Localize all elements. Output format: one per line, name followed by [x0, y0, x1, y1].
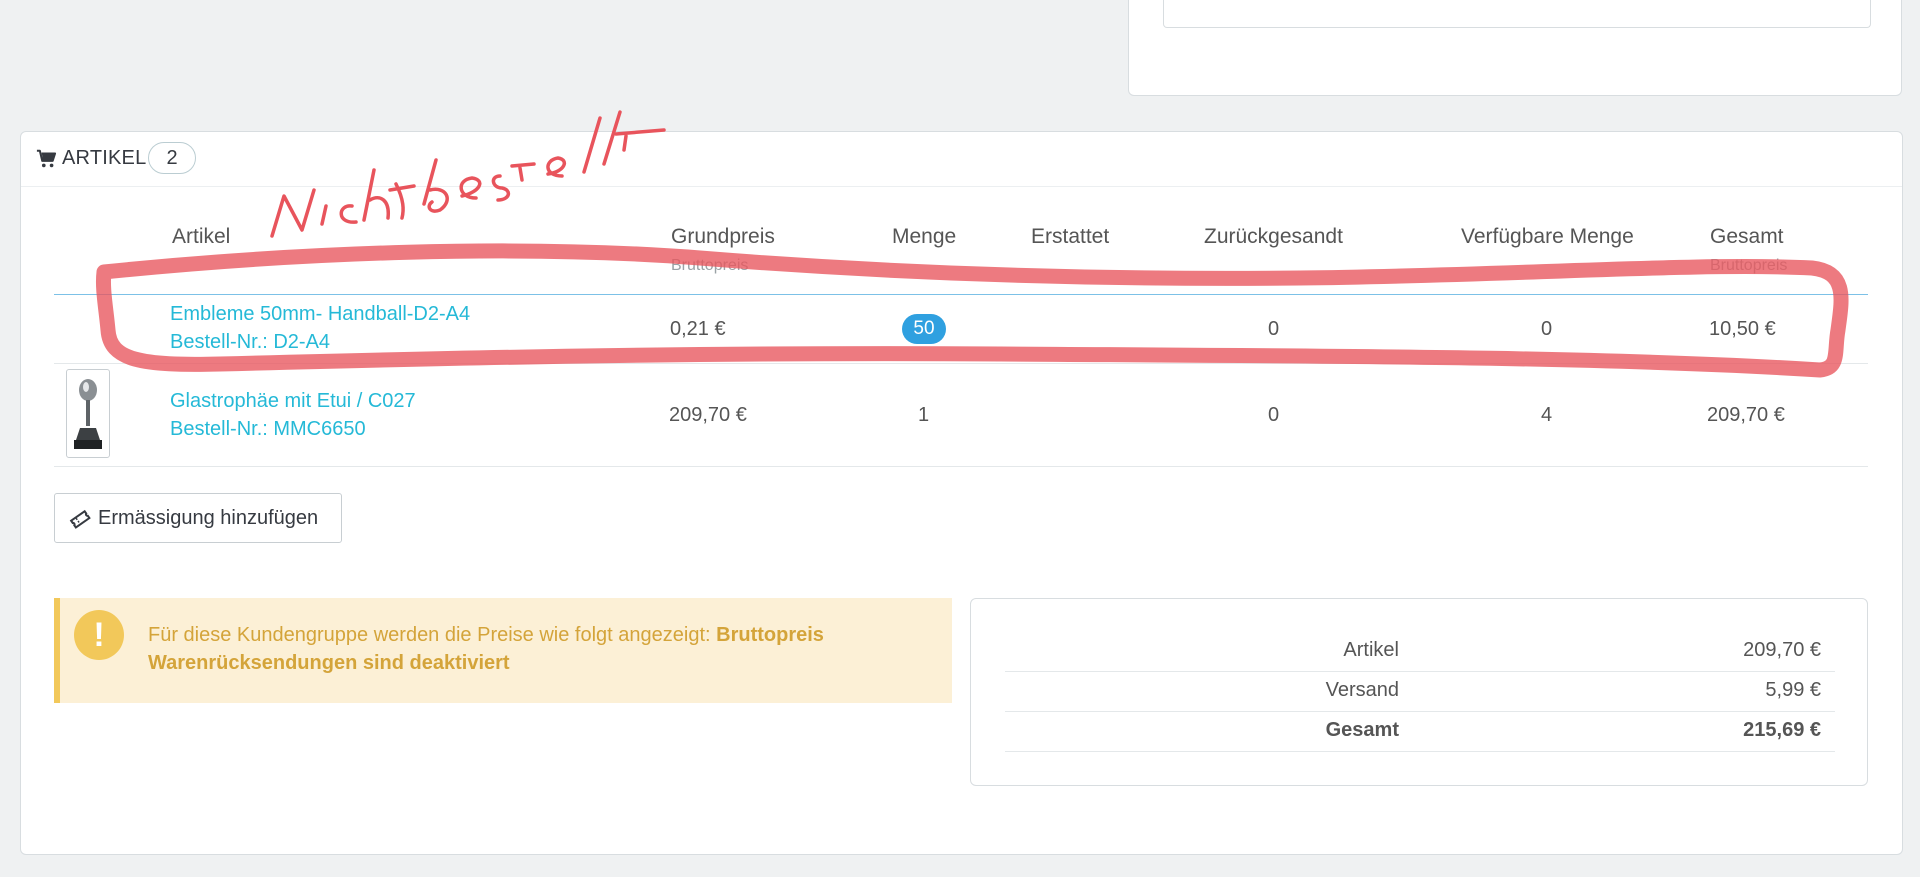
quantity-badge: 50	[902, 314, 946, 344]
shopping-cart-icon	[36, 149, 57, 168]
product-total: 10,50 €	[1709, 318, 1776, 340]
col-header-grundpreis[interactable]: Grundpreis	[671, 225, 775, 249]
alert-text: Für diese Kundengruppe werden die Preise…	[148, 624, 717, 646]
row-divider	[54, 363, 1868, 364]
totals-products-label: Artikel	[1343, 639, 1399, 661]
totals-divider	[1005, 751, 1835, 752]
product-name-link[interactable]: Embleme 50mm- Handball-D2-A4	[170, 303, 470, 326]
panel-title: ARTIKEL	[62, 147, 147, 169]
totals-divider	[1005, 671, 1835, 672]
row-divider	[54, 466, 1868, 467]
exclamation-icon: !	[74, 610, 124, 660]
product-total: 209,70 €	[1707, 404, 1785, 426]
product-name-link[interactable]: Glastrophäe mit Etui / C027	[170, 390, 416, 413]
top-panel-field[interactable]	[1163, 0, 1871, 28]
col-header-gesamt[interactable]: Gesamt	[1710, 225, 1784, 249]
header-divider	[54, 294, 1868, 295]
add-discount-button[interactable]: Ermässigung hinzufügen	[54, 493, 342, 543]
totals-grand-label: Gesamt	[1325, 719, 1399, 741]
product-price: 0,21 €	[670, 318, 726, 340]
totals-shipping-value: 5,99 €	[1765, 679, 1821, 701]
price-display-alert: ! Für diese Kundengruppe werden die Prei…	[54, 598, 952, 703]
product-ref-link[interactable]: Bestell-Nr.: D2-A4	[170, 331, 330, 354]
col-header-artikel[interactable]: Artikel	[172, 225, 230, 249]
trophy-icon	[74, 379, 102, 449]
alert-line-price-mode: Für diese Kundengruppe werden die Preise…	[148, 624, 824, 647]
product-returned: 0	[1268, 318, 1280, 340]
panel-header: ARTIKEL 2	[21, 132, 1902, 187]
top-panel	[1128, 0, 1902, 96]
product-ref-link[interactable]: Bestell-Nr.: MMC6650	[170, 418, 366, 441]
totals-products-value: 209,70 €	[1743, 639, 1821, 661]
product-count-badge: 2	[148, 142, 196, 174]
totals-shipping-label: Versand	[1325, 679, 1399, 701]
alert-line-returns: Warenrücksendungen sind deaktiviert	[148, 652, 510, 674]
col-header-erstattet[interactable]: Erstattet	[1031, 225, 1109, 249]
add-discount-label: Ermässigung hinzufügen	[98, 507, 319, 529]
col-header-gesamt-sub: Bruttopreis	[1710, 257, 1788, 274]
product-thumbnail[interactable]	[66, 369, 110, 458]
totals-divider	[1005, 711, 1835, 712]
product-quantity: 1	[918, 404, 930, 426]
product-price: 209,70 €	[669, 404, 747, 426]
ticket-icon	[69, 509, 91, 529]
col-header-menge[interactable]: Menge	[892, 225, 956, 249]
col-header-verfuegbar[interactable]: Verfügbare Menge	[1461, 225, 1634, 249]
order-totals: Artikel 209,70 € Versand 5,99 € Gesamt 2…	[970, 598, 1868, 786]
product-returned: 0	[1268, 404, 1280, 426]
col-header-grundpreis-sub: Bruttopreis	[671, 257, 749, 274]
product-available: 4	[1541, 404, 1553, 426]
product-available: 0	[1541, 318, 1553, 340]
col-header-zurueckgesandt[interactable]: Zurückgesandt	[1204, 225, 1343, 249]
alert-price-mode: Bruttopreis	[716, 624, 824, 646]
totals-grand-value: 215,69 €	[1743, 719, 1821, 741]
